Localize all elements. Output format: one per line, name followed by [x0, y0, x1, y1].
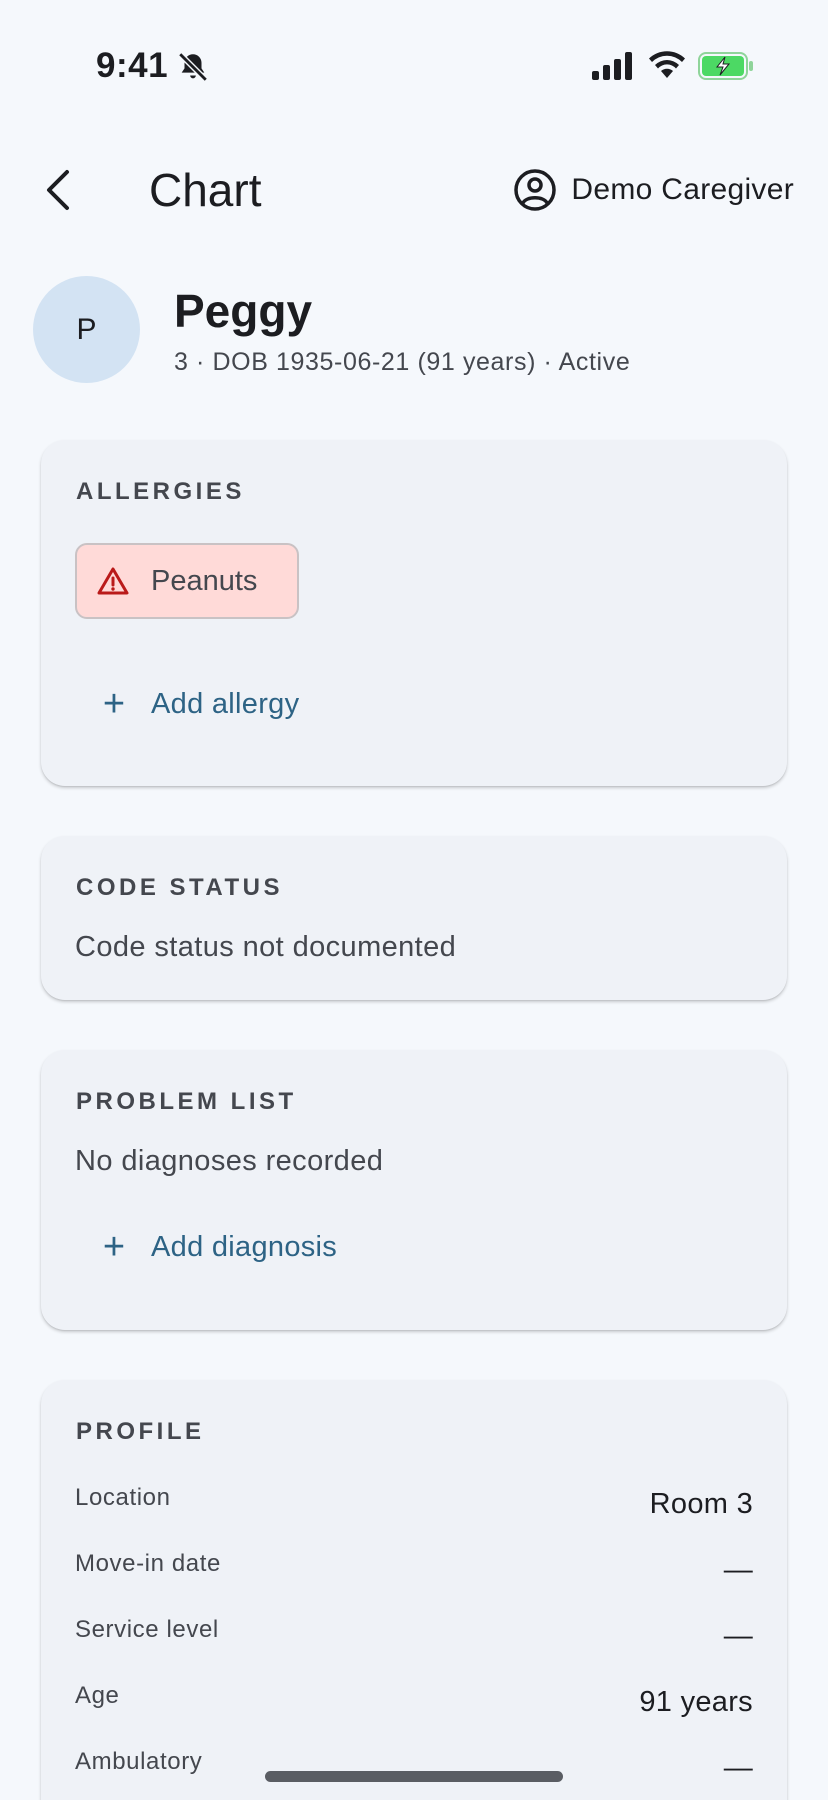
- battery-charging-icon: [698, 52, 753, 80]
- account-circle-icon: [514, 169, 557, 211]
- profile-value: —: [723, 1752, 753, 1784]
- wifi-icon: [649, 51, 685, 78]
- allergies-title: ALLERGIES: [76, 478, 245, 505]
- allergy-chip[interactable]: Peanuts: [75, 543, 299, 619]
- allergy-label: Peanuts: [151, 564, 258, 597]
- add-diagnosis-button[interactable]: + Add diagnosis: [101, 1217, 337, 1277]
- cellular-signal-icon: [592, 52, 632, 80]
- plus-icon: +: [102, 1226, 126, 1268]
- status-time: 9:41: [96, 46, 169, 85]
- patient-name: Peggy: [174, 285, 313, 337]
- home-indicator[interactable]: [265, 1771, 563, 1782]
- patient-meta: 3 · DOB 1935-06-21 (91 years) · Active: [174, 348, 631, 376]
- profile-row-service-level: Service level —: [75, 1616, 753, 1666]
- back-button[interactable]: [34, 160, 82, 220]
- patient-header: P Peggy 3 · DOB 1935-06-21 (91 years) · …: [33, 276, 793, 384]
- code-status-card: CODE STATUS Code status not documented: [41, 836, 787, 1000]
- code-status-title: CODE STATUS: [76, 874, 283, 901]
- avatar: P: [33, 276, 140, 383]
- profile-label: Service level: [75, 1616, 219, 1643]
- plus-icon: +: [102, 683, 126, 725]
- profile-row-location: Location Room 3: [75, 1484, 753, 1534]
- status-bar: 9:41: [0, 0, 828, 130]
- bell-slash-icon: [178, 52, 208, 82]
- profile-title: PROFILE: [76, 1418, 205, 1445]
- code-status-text: Code status not documented: [75, 931, 457, 963]
- profile-card: PROFILE Location Room 3 Move-in date — S…: [41, 1380, 787, 1800]
- user-name: Demo Caregiver: [571, 173, 794, 206]
- add-diagnosis-label: Add diagnosis: [151, 1230, 338, 1263]
- profile-row-age: Age 91 years: [75, 1682, 753, 1732]
- profile-label: Move-in date: [75, 1550, 221, 1577]
- app-bar: Chart Demo Caregiver: [0, 150, 828, 230]
- warning-triangle-icon: [97, 567, 129, 595]
- page-title: Chart: [149, 164, 262, 216]
- profile-label: Ambulatory: [75, 1748, 203, 1775]
- chevron-left-icon: [47, 170, 69, 210]
- profile-label: Location: [75, 1484, 171, 1511]
- problem-list-empty-text: No diagnoses recorded: [75, 1145, 384, 1177]
- profile-row-move-in-date: Move-in date —: [75, 1550, 753, 1600]
- add-allergy-button[interactable]: + Add allergy: [101, 674, 299, 734]
- account-button[interactable]: Demo Caregiver: [513, 164, 794, 216]
- allergies-card: ALLERGIES Peanuts + Add allergy: [41, 440, 787, 786]
- add-allergy-label: Add allergy: [151, 687, 300, 720]
- profile-value: 91 years: [639, 1686, 753, 1718]
- profile-value: Room 3: [649, 1488, 753, 1520]
- problem-list-title: PROBLEM LIST: [76, 1088, 297, 1115]
- problem-list-card: PROBLEM LIST No diagnoses recorded + Add…: [41, 1050, 787, 1330]
- profile-value: —: [723, 1620, 753, 1652]
- profile-value: —: [723, 1554, 753, 1586]
- profile-label: Age: [75, 1682, 120, 1709]
